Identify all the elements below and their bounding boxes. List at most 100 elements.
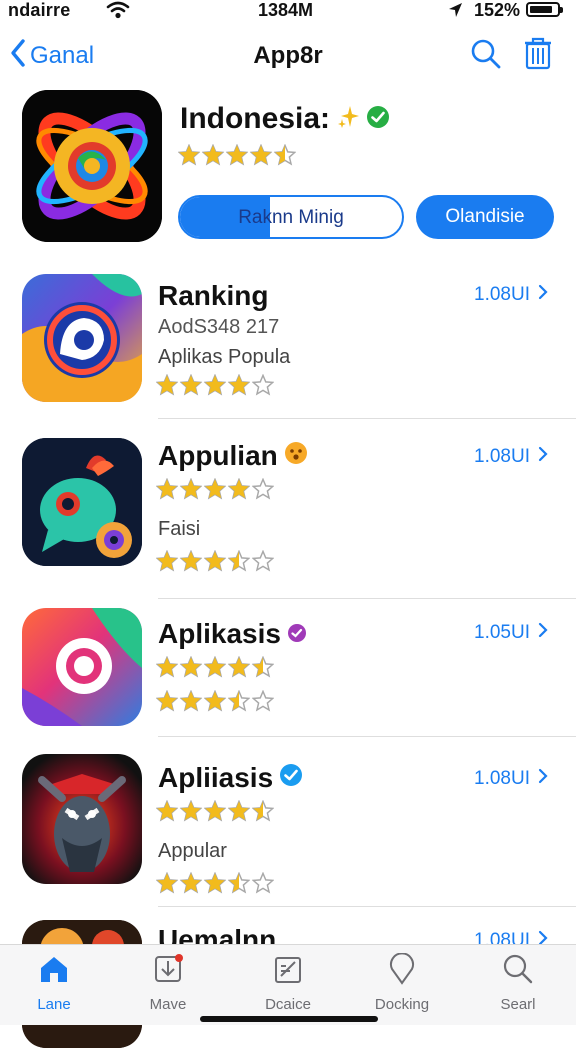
wifi-icon bbox=[106, 0, 130, 25]
star-icon bbox=[179, 799, 203, 822]
star-icon bbox=[179, 477, 203, 500]
search-button[interactable] bbox=[470, 38, 502, 75]
star-icon bbox=[203, 477, 227, 500]
edit-icon bbox=[272, 957, 304, 989]
star-icon bbox=[251, 799, 275, 822]
star-icon bbox=[203, 871, 227, 894]
star-icon bbox=[179, 655, 203, 678]
tab-label: Lane bbox=[37, 996, 71, 1013]
star-icon bbox=[227, 549, 251, 572]
app-title: Ranking bbox=[158, 280, 269, 311]
app-star-rating-secondary bbox=[155, 549, 276, 577]
home-indicator bbox=[200, 1016, 378, 1022]
star-icon bbox=[251, 655, 275, 678]
divider bbox=[158, 418, 576, 419]
tab-label: Searl bbox=[500, 996, 536, 1013]
app-price-button[interactable]: 1.08UI bbox=[474, 446, 548, 468]
star-icon bbox=[251, 477, 275, 500]
tab-docking[interactable]: Docking bbox=[352, 952, 452, 1013]
verified-icon bbox=[366, 105, 390, 134]
app-price-button[interactable]: 1.08UI bbox=[474, 768, 548, 790]
star-icon bbox=[227, 477, 251, 500]
star-icon bbox=[227, 373, 251, 396]
tab-lane[interactable]: Lane bbox=[4, 953, 104, 1013]
featured-star-rating bbox=[177, 143, 298, 171]
app-price: 1.08UI bbox=[474, 446, 530, 467]
app-star-rating-secondary bbox=[155, 689, 276, 717]
get-button[interactable]: Olandisie bbox=[416, 195, 554, 239]
star-icon bbox=[227, 689, 251, 712]
star-icon bbox=[203, 689, 227, 712]
star-icon bbox=[179, 871, 203, 894]
tab-label: Mave bbox=[149, 996, 187, 1013]
divider bbox=[158, 736, 576, 737]
star-icon bbox=[179, 549, 203, 572]
app-icon bbox=[22, 754, 142, 884]
star-icon bbox=[203, 373, 227, 396]
carrier-label: ndairre bbox=[8, 0, 71, 20]
app-subtitle: AodS348 217 bbox=[158, 316, 280, 338]
star-icon bbox=[155, 799, 179, 822]
star-icon bbox=[177, 143, 201, 166]
battery-icon bbox=[526, 2, 563, 17]
app-star-rating-secondary bbox=[155, 871, 276, 899]
clock-label: 1384M bbox=[258, 0, 314, 20]
app-price: 1.08UI bbox=[474, 284, 530, 305]
featured-app-icon[interactable] bbox=[22, 90, 162, 242]
app-icon bbox=[22, 274, 142, 402]
star-icon bbox=[179, 689, 203, 712]
star-icon bbox=[225, 143, 249, 166]
tab-searl[interactable]: Searl bbox=[468, 953, 568, 1013]
chevron-right-icon bbox=[538, 284, 548, 306]
star-icon bbox=[203, 549, 227, 572]
star-icon bbox=[155, 477, 179, 500]
app-price: 1.05UI bbox=[474, 622, 530, 643]
app-title: Apliiasis bbox=[158, 762, 274, 793]
app-price-button[interactable]: 1.05UI bbox=[474, 622, 548, 644]
status-bar: ndairre 1384M 152% bbox=[0, 0, 576, 24]
navigation-bar: Ganal App8r bbox=[0, 30, 576, 80]
app-title: Appulian bbox=[158, 440, 278, 471]
star-icon bbox=[227, 799, 251, 822]
tab-mave[interactable]: Mave bbox=[118, 953, 218, 1013]
search-icon bbox=[502, 954, 534, 989]
chevron-right-icon bbox=[538, 622, 548, 644]
trash-button[interactable] bbox=[522, 36, 554, 75]
star-icon bbox=[251, 689, 275, 712]
star-icon bbox=[155, 871, 179, 894]
star-icon bbox=[155, 549, 179, 572]
tab-dcaice[interactable]: Dcaice bbox=[238, 953, 338, 1013]
app-star-rating bbox=[155, 477, 276, 505]
outline-action-label: Raknn Minig bbox=[238, 207, 344, 228]
purple-check-icon bbox=[287, 618, 307, 650]
app-star-rating bbox=[155, 655, 276, 683]
star-icon bbox=[227, 655, 251, 678]
app-icon bbox=[22, 608, 142, 726]
app-price: 1.08UI bbox=[474, 768, 530, 789]
star-icon bbox=[155, 373, 179, 396]
star-icon bbox=[251, 871, 275, 894]
updates-icon bbox=[152, 954, 184, 989]
star-icon bbox=[203, 799, 227, 822]
battery-percent: 152% bbox=[474, 0, 521, 20]
star-icon bbox=[201, 143, 225, 166]
outline-action-button[interactable]: Raknn Minig bbox=[178, 195, 404, 239]
star-icon bbox=[155, 655, 179, 678]
search-icon bbox=[470, 39, 502, 74]
chevron-right-icon bbox=[538, 768, 548, 790]
chevron-right-icon bbox=[538, 446, 548, 468]
tab-label: Docking bbox=[374, 996, 430, 1013]
divider bbox=[158, 906, 576, 907]
tab-bar: Lane Mave Dcaice Docking Searl bbox=[0, 944, 576, 1025]
divider bbox=[158, 598, 576, 599]
star-icon bbox=[273, 143, 297, 166]
app-star-rating bbox=[155, 799, 276, 827]
app-star-rating bbox=[155, 373, 276, 401]
location-arrow-icon bbox=[446, 1, 464, 24]
trash-icon bbox=[522, 37, 554, 74]
sparkle-icon bbox=[336, 105, 360, 134]
app-category: Aplikas Popula bbox=[158, 346, 291, 368]
emoji-icon bbox=[284, 440, 308, 472]
tab-label: Dcaice bbox=[265, 996, 311, 1013]
app-price-button[interactable]: 1.08UI bbox=[474, 284, 548, 306]
